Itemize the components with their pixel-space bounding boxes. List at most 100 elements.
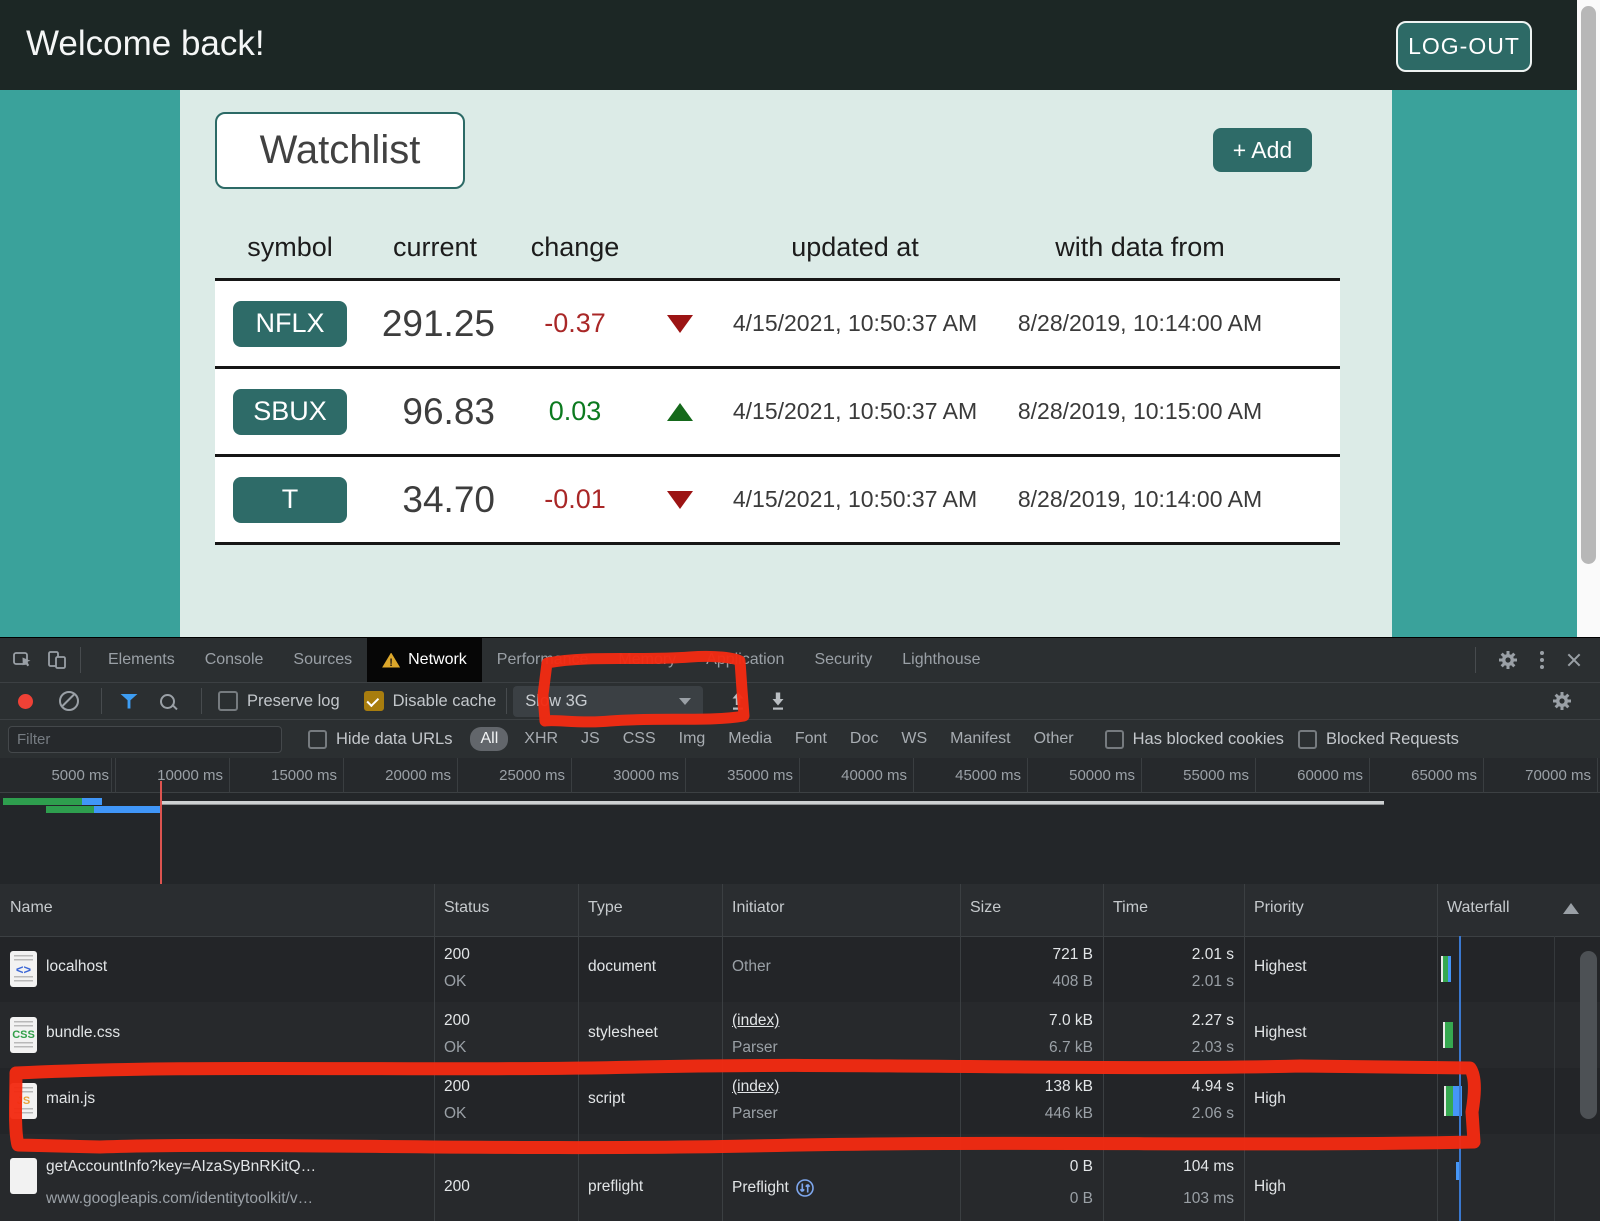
scope-all[interactable]: All (470, 727, 508, 751)
data-from: 8/28/2019, 10:14:00 AM (995, 486, 1285, 513)
filter-icon[interactable] (120, 694, 138, 709)
network-settings-gear-icon[interactable] (1552, 691, 1572, 711)
col-type[interactable]: Type (588, 899, 623, 917)
request-type: stylesheet (588, 1024, 658, 1042)
initiator-link[interactable]: (index) (732, 1012, 779, 1030)
divider (201, 688, 202, 714)
column-divider[interactable] (1437, 884, 1438, 1221)
html-file-icon: <> (10, 951, 37, 987)
js-file-icon: JS (10, 1083, 37, 1119)
tab-sources[interactable]: Sources (278, 638, 367, 682)
scope-css[interactable]: CSS (623, 730, 656, 748)
size: 7.0 kB (1049, 1012, 1093, 1030)
watchlist-row-sbux[interactable]: SBUX 96.83 0.03 4/15/2021, 10:50:37 AM 8… (215, 366, 1340, 454)
devtools-panel: Elements Console Sources ! Network Perfo… (0, 637, 1600, 1221)
column-divider[interactable] (960, 884, 961, 1221)
time-latency: 2.06 s (1192, 1105, 1234, 1123)
page-scrollbar[interactable] (1577, 0, 1600, 637)
tick-label: 65000 ms (1379, 767, 1477, 784)
filter-input[interactable] (8, 726, 282, 753)
table-row-main-js[interactable]: JS main.js 200 OK script (index) Parser … (0, 1068, 1600, 1134)
scope-media[interactable]: Media (728, 730, 772, 748)
tab-lighthouse[interactable]: Lighthouse (887, 638, 995, 682)
preserve-log-checkbox[interactable] (218, 691, 238, 711)
tab-security[interactable]: Security (799, 638, 887, 682)
scope-font[interactable]: Font (795, 730, 827, 748)
column-divider[interactable] (578, 884, 579, 1221)
blocked-requests-checkbox[interactable] (1298, 730, 1317, 749)
request-name: main.js (46, 1090, 95, 1108)
scope-ws[interactable]: WS (901, 730, 927, 748)
status-code: 200 (444, 1078, 470, 1096)
updated-at: 4/15/2021, 10:50:37 AM (715, 398, 995, 425)
col-time[interactable]: Time (1113, 899, 1148, 917)
preflight-icon[interactable] (795, 1178, 815, 1198)
scope-other[interactable]: Other (1034, 730, 1074, 748)
table-row[interactable]: CSS bundle.css 200 OK stylesheet (index)… (0, 1002, 1600, 1068)
col-status[interactable]: Status (444, 899, 489, 917)
search-icon[interactable] (160, 694, 175, 709)
disable-cache-checkbox[interactable] (364, 691, 384, 711)
import-har-icon[interactable] (729, 691, 747, 711)
column-divider[interactable] (434, 884, 435, 1221)
network-overview[interactable] (0, 793, 1600, 885)
col-initiator[interactable]: Initiator (732, 899, 784, 917)
scope-img[interactable]: Img (679, 730, 706, 748)
column-divider[interactable] (1244, 884, 1245, 1221)
sort-ascending-icon[interactable] (1563, 903, 1579, 914)
add-button[interactable]: + Add (1213, 128, 1312, 172)
watchlist-row-t[interactable]: T 34.70 -0.01 4/15/2021, 10:50:37 AM 8/2… (215, 454, 1340, 542)
check-icon (367, 694, 380, 707)
column-divider[interactable] (722, 884, 723, 1221)
tick-label: 35000 ms (695, 767, 793, 784)
device-toolbar-icon[interactable] (46, 649, 68, 671)
initiator-link[interactable]: (index) (732, 1078, 779, 1096)
size: 721 B (1052, 946, 1093, 964)
updated-at: 4/15/2021, 10:50:37 AM (715, 310, 995, 337)
data-from: 8/28/2019, 10:15:00 AM (995, 398, 1285, 425)
inspect-element-icon[interactable] (12, 649, 34, 671)
hide-data-urls-checkbox[interactable] (308, 730, 327, 749)
more-options-icon[interactable] (1540, 651, 1544, 669)
export-har-icon[interactable] (769, 691, 787, 711)
price-change: 0.03 (505, 396, 645, 427)
close-icon[interactable] (1566, 652, 1582, 668)
request-name: localhost (46, 958, 107, 976)
scope-xhr[interactable]: XHR (524, 730, 558, 748)
column-divider[interactable] (1103, 884, 1104, 1221)
symbol-badge: T (233, 477, 347, 523)
col-priority[interactable]: Priority (1254, 899, 1304, 917)
tab-memory[interactable]: Memory (603, 638, 691, 682)
network-throttling-select[interactable]: Slow 3G (513, 686, 703, 717)
tab-network[interactable]: ! Network (367, 638, 482, 682)
settings-gear-icon[interactable] (1498, 650, 1518, 670)
tick-label: 50000 ms (1037, 767, 1135, 784)
tab-console[interactable]: Console (190, 638, 279, 682)
logout-button[interactable]: LOG-OUT (1396, 21, 1532, 72)
devtools-scrollbar-thumb[interactable] (1580, 951, 1597, 1119)
tick-label: 25000 ms (467, 767, 565, 784)
col-size[interactable]: Size (970, 899, 1001, 917)
col-name[interactable]: Name (10, 899, 53, 917)
table-row[interactable]: <> localhost 200 OK document Other 721 B… (0, 936, 1600, 1002)
tab-performance[interactable]: Performance (482, 638, 604, 682)
scope-manifest[interactable]: Manifest (950, 730, 1010, 748)
table-row[interactable]: getAccountInfo?key=AIzaSyBnRKitQ… www.go… (0, 1134, 1600, 1221)
status-code: 200 (444, 946, 470, 964)
record-icon[interactable] (18, 694, 33, 709)
tick-label: 60000 ms (1265, 767, 1363, 784)
scope-js[interactable]: JS (581, 730, 600, 748)
status-text: OK (444, 1039, 466, 1057)
tab-application[interactable]: Application (691, 638, 799, 682)
waterfall-bar (1448, 956, 1451, 982)
initiator-detail: Parser (732, 1039, 778, 1057)
watchlist-row-nflx[interactable]: NFLX 291.25 -0.37 4/15/2021, 10:50:37 AM… (215, 278, 1340, 366)
has-blocked-cookies-checkbox[interactable] (1105, 730, 1124, 749)
page-scrollbar-thumb[interactable] (1581, 6, 1596, 564)
web-page-background: Welcome back! LOG-OUT Watchlist + Add sy… (0, 0, 1577, 637)
tab-elements[interactable]: Elements (93, 638, 190, 682)
scope-doc[interactable]: Doc (850, 730, 878, 748)
col-waterfall[interactable]: Waterfall (1447, 899, 1510, 917)
clear-icon[interactable] (59, 691, 79, 711)
size-transferred: 6.7 kB (1049, 1039, 1093, 1057)
